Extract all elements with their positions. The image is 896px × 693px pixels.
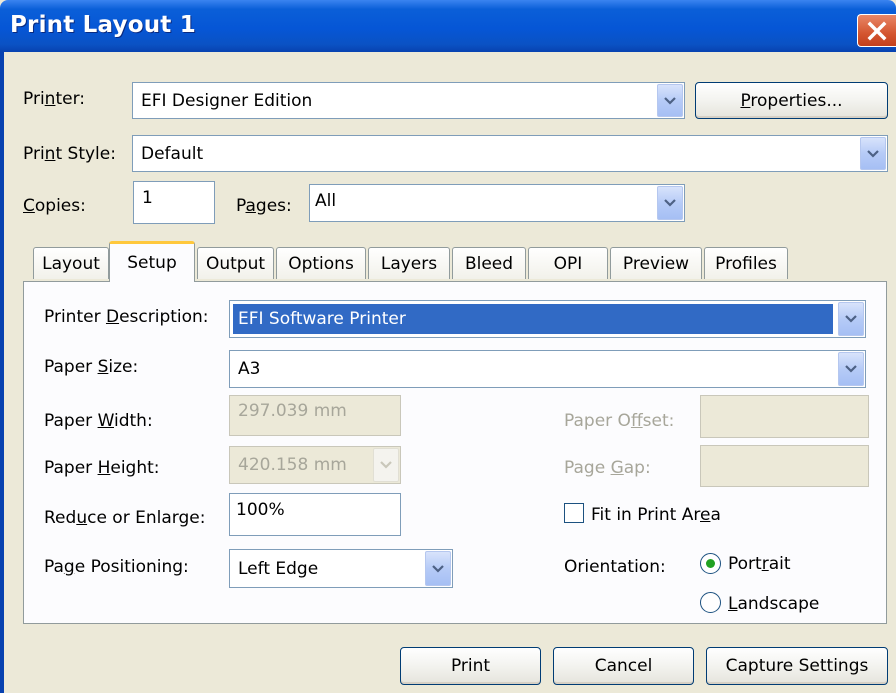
pages-label: Pages: [236,196,292,216]
landscape-radio[interactable] [700,592,721,613]
print-style-dropdown-button[interactable] [860,137,886,170]
printer-description-value: EFI Software Printer [238,309,406,329]
properties-button[interactable]: Properties... [695,82,888,119]
radio-selected-dot [706,559,715,568]
cancel-button[interactable]: Cancel [553,647,694,685]
properties-button-label: Properties... [740,90,843,111]
paper-size-value: A3 [238,359,261,379]
tab-preview[interactable]: Preview [610,247,702,279]
printer-dropdown-button[interactable] [657,84,683,117]
tab-layers[interactable]: Layers [368,247,450,279]
tab-opi[interactable]: OPI [528,247,608,279]
fit-in-print-area-checkbox[interactable] [564,503,584,523]
print-style-value: Default [141,143,204,164]
window-border [0,52,4,693]
tab-layout[interactable]: Layout [33,247,109,279]
chevron-down-icon [664,199,676,207]
print-style-label: Print Style: [23,144,116,164]
print-style-select[interactable]: Default [132,135,888,172]
tab-options[interactable]: Options [276,247,366,279]
printer-description-select[interactable]: EFI Software Printer [229,300,866,338]
printer-select[interactable]: EFI Designer Edition [132,82,685,119]
window-title: Print Layout 1 [10,12,196,38]
tab-profiles[interactable]: Profiles [704,247,788,279]
copies-input[interactable]: 1 [133,181,215,224]
pages-dropdown-button[interactable] [657,186,683,220]
printer-description-dropdown-button[interactable] [838,302,864,336]
close-button[interactable] [857,14,896,47]
portrait-radio[interactable] [700,553,721,574]
tab-setup[interactable]: Setup [109,241,195,282]
tab-output[interactable]: Output [197,247,274,279]
paper-size-dropdown-button[interactable] [838,352,864,386]
pages-select[interactable]: All [309,184,685,222]
chevron-down-icon [664,96,676,105]
copies-value: 1 [142,188,153,208]
reduce-enlarge-input[interactable]: 100% [229,493,401,536]
paper-size-select[interactable]: A3 [229,350,866,388]
printer-value: EFI Designer Edition [141,90,313,111]
chevron-down-icon [845,365,857,373]
chevron-down-icon [845,315,857,323]
tab-bleed[interactable]: Bleed [452,247,526,279]
reduce-enlarge-value: 100% [236,500,285,520]
chevron-down-icon [432,564,444,573]
printer-label: Printer: [23,89,85,109]
page-positioning-select[interactable]: Left Edge [229,549,453,588]
print-button[interactable]: Print [400,647,541,685]
page-positioning-value: Left Edge [238,558,319,579]
close-icon [867,21,887,40]
pages-value: All [315,191,337,211]
chevron-down-icon [867,149,879,158]
copies-label: Copies: [23,196,86,216]
capture-settings-button[interactable]: Capture Settings [706,647,888,685]
page-positioning-dropdown-button[interactable] [425,551,451,586]
